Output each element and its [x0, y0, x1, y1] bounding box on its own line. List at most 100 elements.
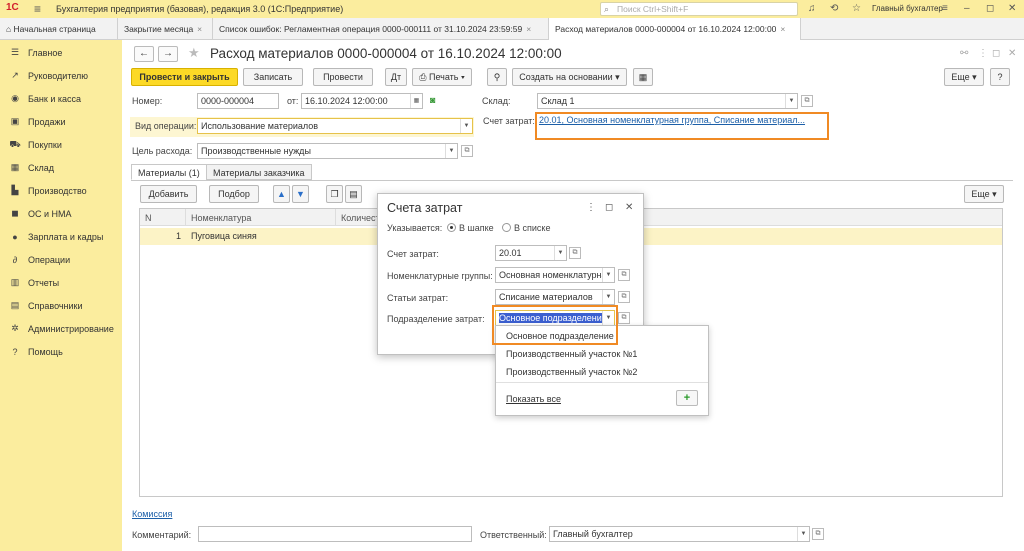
save-button[interactable]: Записать	[243, 68, 303, 86]
chevron-down-icon[interactable]: ▼	[554, 246, 566, 260]
open-groups-icon[interactable]: ⧉	[618, 269, 630, 281]
sidebar-item-manager[interactable]: ↗ Руководителю	[8, 64, 120, 87]
tab-material-expense[interactable]: Расход материалов 0000-000004 от 16.10.2…	[549, 18, 801, 41]
create-based-on-button[interactable]: Создать на основании ▾	[512, 68, 627, 86]
close-icon[interactable]: ✕	[625, 202, 633, 213]
close-icon[interactable]: ×	[197, 24, 202, 34]
commission-link[interactable]: Комиссия	[132, 509, 172, 519]
close-icon[interactable]: ×	[780, 24, 785, 34]
post-button[interactable]: Провести	[313, 68, 373, 86]
tab-materials[interactable]: Материалы (1)	[131, 164, 207, 180]
maximize-form-icon[interactable]: ◻	[992, 48, 1000, 59]
radio-in-list[interactable]: В списке	[502, 223, 550, 233]
copy-icon[interactable]: ❐	[326, 185, 343, 203]
responsible-field[interactable]: Главный бухгалтер ▼	[549, 526, 810, 542]
history-icon[interactable]: ⟲	[830, 3, 838, 14]
open-account-icon[interactable]: ⧉	[569, 247, 581, 259]
main-menu-icon[interactable]: ≡	[34, 2, 41, 16]
sidebar-item-warehouse[interactable]: ▦ Склад	[8, 156, 120, 179]
open-items-icon[interactable]: ⧉	[618, 291, 630, 303]
more-vertical-icon[interactable]: ⋮	[586, 202, 596, 213]
more-button[interactable]: Еще ▾	[944, 68, 984, 86]
number-field[interactable]: 0000-000004	[197, 93, 279, 109]
add-item-button[interactable]: +	[676, 390, 698, 406]
more-vertical-icon[interactable]: ⋮	[978, 48, 988, 59]
sidebar-item-reports[interactable]: ▥ Отчеты	[8, 271, 120, 294]
open-responsible-icon[interactable]: ⧉	[812, 528, 824, 540]
cell-n[interactable]: 1	[176, 231, 181, 241]
calendar-icon[interactable]: ▦	[410, 94, 422, 108]
bell-icon[interactable]: ♫	[808, 3, 816, 14]
forward-button[interactable]: →	[158, 46, 178, 62]
print-button[interactable]: ⎙ Печать ▾	[412, 68, 472, 86]
open-purpose-icon[interactable]: ⧉	[461, 145, 473, 157]
sidebar-item-bank[interactable]: ◉ Банк и касса	[8, 87, 120, 110]
tab-error-list[interactable]: Список ошибок: Регламентная операция 000…	[213, 18, 549, 40]
close-form-icon[interactable]: ✕	[1008, 48, 1016, 59]
maximize-icon[interactable]: ◻	[605, 202, 613, 213]
sidebar-item-main[interactable]: ☰ Главное	[8, 41, 120, 64]
move-up-icon[interactable]: ▲	[273, 185, 290, 203]
sidebar-item-admin[interactable]: ✲ Администрирование	[8, 317, 120, 340]
add-row-button[interactable]: Добавить	[140, 185, 197, 203]
date-status-icon[interactable]: ◙	[430, 95, 435, 105]
fill-icon[interactable]: ▤	[345, 185, 362, 203]
settings-icon[interactable]: ≡	[942, 3, 948, 14]
open-warehouse-icon[interactable]: ⧉	[801, 95, 813, 107]
sidebar-item-operations[interactable]: ∂ Операции	[8, 248, 120, 271]
table-more-label: Еще	[971, 189, 990, 199]
dlg-groups-field[interactable]: Основная номенклатурная группа▼	[495, 267, 615, 283]
op-type-field[interactable]: Использование материалов ▼	[197, 118, 473, 134]
back-button[interactable]: ←	[134, 46, 154, 62]
column-header-n[interactable]: N	[140, 209, 186, 226]
comment-field[interactable]	[198, 526, 472, 542]
cost-account-link[interactable]: 20.01, Основная номенклатурная группа, С…	[539, 115, 805, 125]
chevron-down-icon[interactable]: ▼	[785, 94, 797, 108]
global-search-input[interactable]: ⌕ Поиск Ctrl+Shift+F	[600, 2, 798, 16]
favorites-icon[interactable]: ☆	[852, 3, 861, 14]
column-header-item[interactable]: Номенклатура	[186, 209, 336, 226]
sidebar-item-assets[interactable]: ◼ ОС и НМА	[8, 202, 120, 225]
current-user[interactable]: Главный бухгалтер	[872, 4, 943, 13]
link-icon[interactable]: ⚯	[960, 48, 968, 59]
open-dept-icon[interactable]: ⧉	[618, 312, 630, 324]
sidebar-item-help[interactable]: ? Помощь	[8, 340, 120, 363]
sidebar-item-purchases[interactable]: ⛟ Покупки	[8, 133, 120, 156]
pick-button[interactable]: Подбор	[209, 185, 259, 203]
dlg-account-field[interactable]: 20.01 ▼	[495, 245, 567, 261]
sidebar-item-production[interactable]: ▙ Производство	[8, 179, 120, 202]
dlg-items-field[interactable]: Списание материалов ▼	[495, 289, 615, 305]
tab-customer-materials[interactable]: Материалы заказчика	[206, 164, 312, 180]
sidebar-item-salary[interactable]: ● Зарплата и кадры	[8, 225, 120, 248]
date-field[interactable]: 16.10.2024 12:00:00 ▦	[301, 93, 423, 109]
search-placeholder: Поиск Ctrl+Shift+F	[617, 4, 689, 14]
sidebar-item-sales[interactable]: ▣ Продажи	[8, 110, 120, 133]
move-down-icon[interactable]: ▼	[292, 185, 309, 203]
maximize-icon[interactable]: ◻	[986, 3, 994, 14]
dt-kt-icon[interactable]: Дт	[385, 68, 407, 86]
dropdown-option[interactable]: Производственный участок №2	[506, 367, 637, 377]
tab-month-close[interactable]: Закрытие месяца ×	[118, 18, 213, 40]
close-window-icon[interactable]: ✕	[1008, 3, 1016, 14]
minimize-icon[interactable]: –	[964, 3, 970, 14]
sidebar-item-references[interactable]: ▤ Справочники	[8, 294, 120, 317]
radio-in-header[interactable]: В шапке	[447, 223, 494, 233]
table-more-button[interactable]: Еще ▾	[964, 185, 1004, 203]
warehouse-field[interactable]: Склад 1 ▼	[537, 93, 798, 109]
chevron-down-icon[interactable]: ▼	[460, 119, 472, 133]
help-button[interactable]: ?	[990, 68, 1010, 86]
chevron-down-icon[interactable]: ▼	[602, 268, 614, 282]
post-and-close-button[interactable]: Провести и закрыть	[131, 68, 238, 86]
chevron-down-icon[interactable]: ▼	[797, 527, 809, 541]
close-icon[interactable]: ×	[526, 24, 531, 34]
structure-icon[interactable]: ▦	[633, 68, 653, 86]
chevron-down-icon[interactable]: ▼	[602, 290, 614, 304]
attachment-icon[interactable]: ⚲	[487, 68, 507, 86]
purpose-field[interactable]: Производственные нужды ▼	[197, 143, 458, 159]
show-all-link[interactable]: Показать все	[506, 394, 561, 404]
cell-item[interactable]: Пуговица синяя	[191, 231, 257, 241]
tab-home[interactable]: ⌂ Начальная страница	[0, 18, 118, 40]
dropdown-option[interactable]: Производственный участок №1	[506, 349, 637, 359]
chevron-down-icon[interactable]: ▼	[445, 144, 457, 158]
favorite-star-icon[interactable]: ★	[188, 45, 200, 61]
